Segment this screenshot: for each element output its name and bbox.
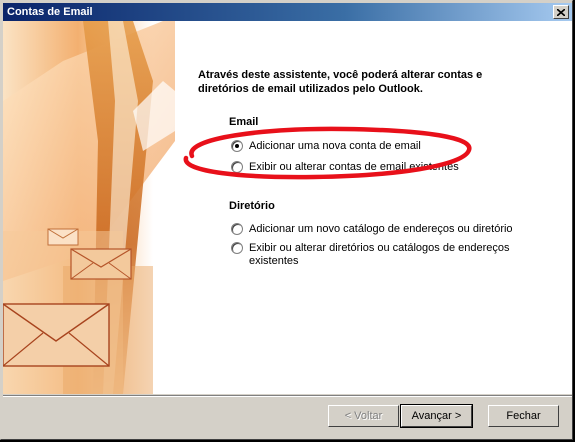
email-group-label: Email [229,116,259,128]
radio-add-email-account[interactable]: Adicionar uma nova conta de email [231,140,539,153]
envelope-icon [3,303,110,367]
back-button[interactable]: < Voltar [328,405,399,427]
title-bar[interactable]: Contas de Email [3,3,572,21]
side-banner-illustration [3,21,175,394]
radio-button[interactable] [231,242,243,254]
radio-label: Exibir ou alterar contas de email existe… [249,161,459,173]
intro-text: Através deste assistente, você poderá al… [198,69,483,95]
radio-label: Adicionar uma nova conta de email [249,140,421,152]
radio-label: Exibir ou alterar diretórios ou catálogo… [249,242,510,267]
close-icon [557,8,565,16]
close-window-button[interactable] [553,5,569,19]
button-separator [3,395,572,397]
radio-add-directory[interactable]: Adicionar um novo catálogo de endereços … [231,223,539,236]
radio-view-directories[interactable]: Exibir ou alterar diretórios ou catálogo… [231,242,529,268]
wizard-content: Através deste assistente, você poderá al… [3,21,572,394]
envelope-icon [47,228,79,246]
radio-button[interactable] [231,140,243,152]
radio-label: Adicionar um novo catálogo de endereços … [249,223,513,235]
directory-group-label: Diretório [229,200,275,212]
envelope-icon [70,248,132,280]
close-button[interactable]: Fechar [488,405,559,427]
email-accounts-dialog: Contas de Email Através deste assistente… [0,0,573,440]
radio-button[interactable] [231,223,243,235]
next-button[interactable]: Avançar > [400,404,473,428]
radio-button[interactable] [231,161,243,173]
window-title: Contas de Email [7,6,93,18]
radio-view-email-accounts[interactable]: Exibir ou alterar contas de email existe… [231,161,539,174]
